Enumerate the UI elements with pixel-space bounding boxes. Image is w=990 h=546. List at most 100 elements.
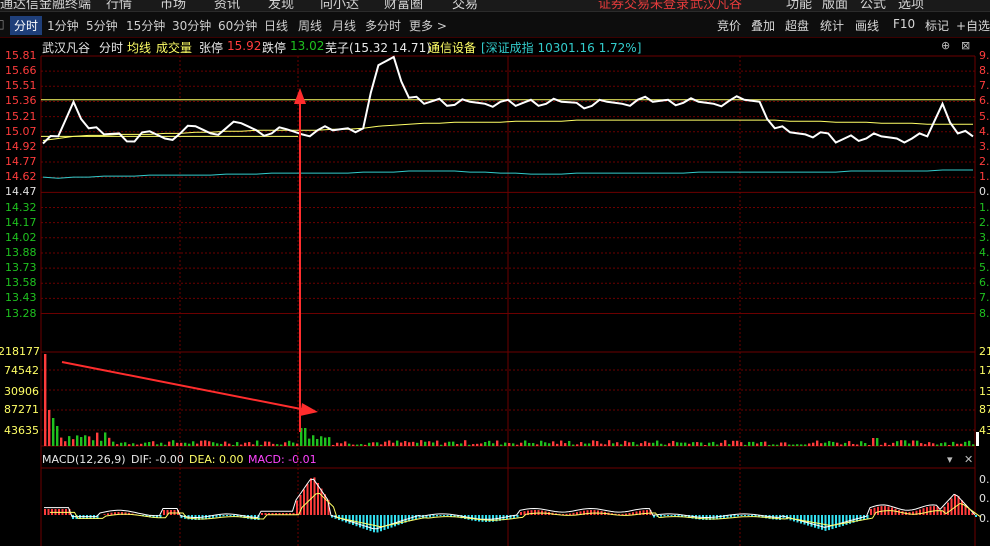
macd-bar <box>296 500 298 515</box>
volume-bar <box>112 441 115 446</box>
macd-bar <box>586 510 589 515</box>
volume-bar <box>344 441 347 446</box>
volume-bar <box>784 442 787 446</box>
macd-bar <box>362 515 365 529</box>
volume-bar <box>372 442 375 446</box>
macd-bar <box>842 515 844 526</box>
macd-bar <box>387 515 389 529</box>
macd-bar <box>261 513 263 515</box>
volume-bar <box>636 444 639 446</box>
macd-bar <box>926 507 928 515</box>
volume-bar <box>120 442 123 446</box>
volume-bar <box>308 438 311 446</box>
volume-bar <box>260 444 263 446</box>
volume-bar <box>48 410 51 446</box>
volume-bar <box>136 444 139 446</box>
macd-bar <box>835 515 837 528</box>
volume-bar <box>520 442 523 446</box>
volume-bar <box>572 444 575 446</box>
volume-bar <box>256 440 259 446</box>
volume-bar <box>956 443 959 446</box>
macd-bar <box>380 515 382 532</box>
annotation-arrow-right <box>61 361 307 411</box>
macd-bar <box>929 506 932 515</box>
macd-bar <box>317 483 319 515</box>
volume-bar <box>968 440 971 446</box>
volume-bar <box>204 440 207 446</box>
macd-bar <box>961 500 963 515</box>
macd-bar <box>310 478 312 515</box>
volume-bar <box>108 437 111 446</box>
volume-bar <box>160 442 163 446</box>
dea-line <box>50 492 982 528</box>
volume-bar <box>356 444 359 446</box>
volume-bar <box>556 443 559 446</box>
volume-bar <box>708 442 711 446</box>
volume-bar <box>872 438 875 446</box>
volume-bar <box>796 444 799 446</box>
volume-bar <box>944 442 947 446</box>
annotation-arrowhead-up <box>294 88 306 104</box>
volume-bar <box>404 441 407 446</box>
volume-bar <box>60 437 63 446</box>
macd-bar <box>817 515 820 529</box>
volume-bar <box>116 444 119 446</box>
macd-bar <box>485 515 487 522</box>
volume-bar <box>88 436 91 446</box>
volume-bar <box>788 444 791 446</box>
volume-bar <box>452 441 455 446</box>
volume-bar <box>436 440 439 446</box>
macd-bar <box>355 515 358 527</box>
volume-bar <box>820 443 823 446</box>
volume-bar <box>912 440 915 446</box>
volume-bar <box>748 441 751 446</box>
volume-bar <box>228 443 231 446</box>
volume-bar <box>656 440 659 446</box>
volume-bar <box>812 442 815 446</box>
volume-bar <box>244 442 247 446</box>
volume-bar <box>932 443 935 446</box>
volume-bar <box>428 441 431 446</box>
macd-bar <box>880 506 883 515</box>
intraday-chart[interactable] <box>0 0 990 546</box>
volume-bar <box>596 441 599 446</box>
volume-bar <box>56 426 59 446</box>
macd-bar <box>590 510 592 515</box>
volume-bar <box>332 444 335 446</box>
volume-bar <box>412 441 415 446</box>
volume-bar <box>948 444 951 446</box>
macd-bar <box>44 509 46 515</box>
macd-bar <box>390 515 393 528</box>
volume-bar <box>588 443 591 446</box>
volume-bar <box>304 428 307 446</box>
volume-bar <box>568 440 571 446</box>
volume-bar <box>248 442 251 446</box>
macd-bar <box>376 515 379 533</box>
volume-bar <box>388 440 391 446</box>
volume-bar <box>552 441 555 446</box>
volume-bar <box>468 444 471 446</box>
macd-bar <box>733 515 736 517</box>
volume-bar <box>804 444 807 446</box>
volume-bar <box>920 443 923 446</box>
volume-bar <box>236 442 239 446</box>
volume-bar <box>832 441 835 446</box>
volume-bar <box>128 444 131 446</box>
volume-bar <box>460 443 463 446</box>
macd-bar <box>828 515 830 531</box>
macd-bar <box>814 515 816 528</box>
macd-bar <box>824 515 827 531</box>
macd-bar <box>670 515 673 517</box>
macd-bar <box>534 510 536 515</box>
volume-bar <box>836 442 839 446</box>
volume-bar <box>548 443 551 446</box>
volume-bar <box>576 444 579 446</box>
volume-bar <box>676 442 679 446</box>
volume-bar <box>456 443 459 446</box>
volume-bar <box>544 442 547 446</box>
volume-bar <box>220 443 223 446</box>
macd-bar <box>810 515 813 527</box>
volume-bar <box>76 435 79 446</box>
macd-bar <box>646 510 648 515</box>
volume-bar <box>904 440 907 446</box>
